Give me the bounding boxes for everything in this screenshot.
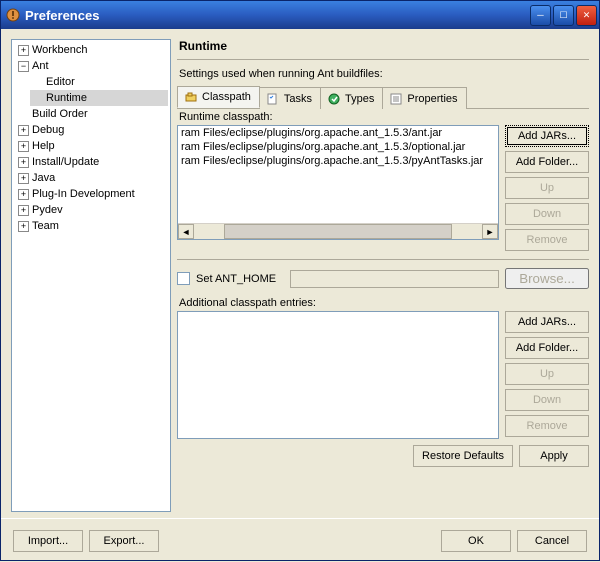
- tree-item-build-order[interactable]: Build Order: [32, 106, 88, 122]
- close-button[interactable]: ✕: [576, 5, 597, 26]
- cancel-button[interactable]: Cancel: [517, 530, 587, 552]
- remove-button-2[interactable]: Remove: [505, 415, 589, 437]
- properties-icon: [389, 92, 403, 106]
- tree-item-plugin-dev[interactable]: Plug-In Development: [32, 186, 135, 202]
- expand-icon[interactable]: +: [18, 173, 29, 184]
- maximize-button[interactable]: ☐: [553, 5, 574, 26]
- list-item[interactable]: ram Files/eclipse/plugins/org.apache.ant…: [178, 126, 498, 140]
- tab-tasks[interactable]: Tasks: [259, 87, 321, 109]
- add-folder-button-2[interactable]: Add Folder...: [505, 337, 589, 359]
- horizontal-scrollbar[interactable]: ◄ ►: [178, 223, 498, 239]
- expand-icon[interactable]: +: [18, 189, 29, 200]
- page-subtitle: Settings used when running Ant buildfile…: [179, 68, 589, 80]
- tab-properties[interactable]: Properties: [382, 87, 466, 109]
- ant-home-input[interactable]: [290, 270, 499, 288]
- classpath-icon: [184, 90, 198, 104]
- expand-icon[interactable]: +: [18, 205, 29, 216]
- up-button-2[interactable]: Up: [505, 363, 589, 385]
- list-item[interactable]: ram Files/eclipse/plugins/org.apache.ant…: [178, 154, 498, 168]
- expand-icon[interactable]: +: [18, 141, 29, 152]
- tree-item-pydev[interactable]: Pydev: [32, 202, 63, 218]
- restore-defaults-button[interactable]: Restore Defaults: [413, 445, 513, 467]
- tree-item-debug[interactable]: Debug: [32, 122, 64, 138]
- expand-icon[interactable]: +: [18, 45, 29, 56]
- app-icon: [5, 7, 21, 23]
- types-icon: [327, 92, 341, 106]
- add-jars-button-2[interactable]: Add JARs...: [505, 311, 589, 333]
- window-title: Preferences: [25, 8, 530, 23]
- export-button[interactable]: Export...: [89, 530, 159, 552]
- tree-item-runtime[interactable]: Runtime: [46, 90, 87, 106]
- add-folder-button[interactable]: Add Folder...: [505, 151, 589, 173]
- set-ant-home-label: Set ANT_HOME: [196, 273, 276, 285]
- tree-item-team[interactable]: Team: [32, 218, 59, 234]
- remove-button[interactable]: Remove: [505, 229, 589, 251]
- expand-icon[interactable]: +: [18, 221, 29, 232]
- down-button-2[interactable]: Down: [505, 389, 589, 411]
- tree-item-help[interactable]: Help: [32, 138, 55, 154]
- additional-classpath-label: Additional classpath entries:: [179, 297, 589, 309]
- additional-classpath-list[interactable]: [177, 311, 499, 439]
- runtime-classpath-label: Runtime classpath:: [179, 111, 589, 123]
- tab-classpath[interactable]: Classpath: [177, 86, 260, 108]
- minimize-button[interactable]: ─: [530, 5, 551, 26]
- up-button[interactable]: Up: [505, 177, 589, 199]
- page-title: Runtime: [177, 39, 589, 60]
- expand-icon[interactable]: +: [18, 125, 29, 136]
- collapse-icon[interactable]: −: [18, 61, 29, 72]
- tab-types[interactable]: Types: [320, 87, 383, 109]
- scroll-left-button[interactable]: ◄: [178, 224, 194, 239]
- ok-button[interactable]: OK: [441, 530, 511, 552]
- preference-tree[interactable]: +Workbench −Ant Editor Runtime Build Ord…: [11, 39, 171, 512]
- title-bar: Preferences ─ ☐ ✕: [1, 1, 599, 29]
- down-button[interactable]: Down: [505, 203, 589, 225]
- tree-item-ant[interactable]: Ant: [32, 58, 49, 74]
- list-item[interactable]: ram Files/eclipse/plugins/org.apache.ant…: [178, 140, 498, 154]
- set-ant-home-checkbox[interactable]: [177, 272, 190, 285]
- tree-item-workbench[interactable]: Workbench: [32, 42, 87, 58]
- tree-item-install-update[interactable]: Install/Update: [32, 154, 99, 170]
- tasks-icon: [266, 92, 280, 106]
- window-buttons: ─ ☐ ✕: [530, 5, 597, 26]
- add-jars-button[interactable]: Add JARs...: [505, 125, 589, 147]
- tree-item-editor[interactable]: Editor: [46, 74, 75, 90]
- preference-page: Runtime Settings used when running Ant b…: [177, 39, 589, 512]
- bottom-button-bar: Import... Export... OK Cancel: [1, 518, 599, 562]
- tree-item-java[interactable]: Java: [32, 170, 55, 186]
- runtime-classpath-list[interactable]: ram Files/eclipse/plugins/org.apache.ant…: [177, 125, 499, 240]
- apply-button[interactable]: Apply: [519, 445, 589, 467]
- import-button[interactable]: Import...: [13, 530, 83, 552]
- tab-bar: Classpath Tasks Types Properties: [177, 86, 589, 109]
- expand-icon[interactable]: +: [18, 157, 29, 168]
- browse-button[interactable]: Browse...: [505, 268, 589, 289]
- scroll-right-button[interactable]: ►: [482, 224, 498, 239]
